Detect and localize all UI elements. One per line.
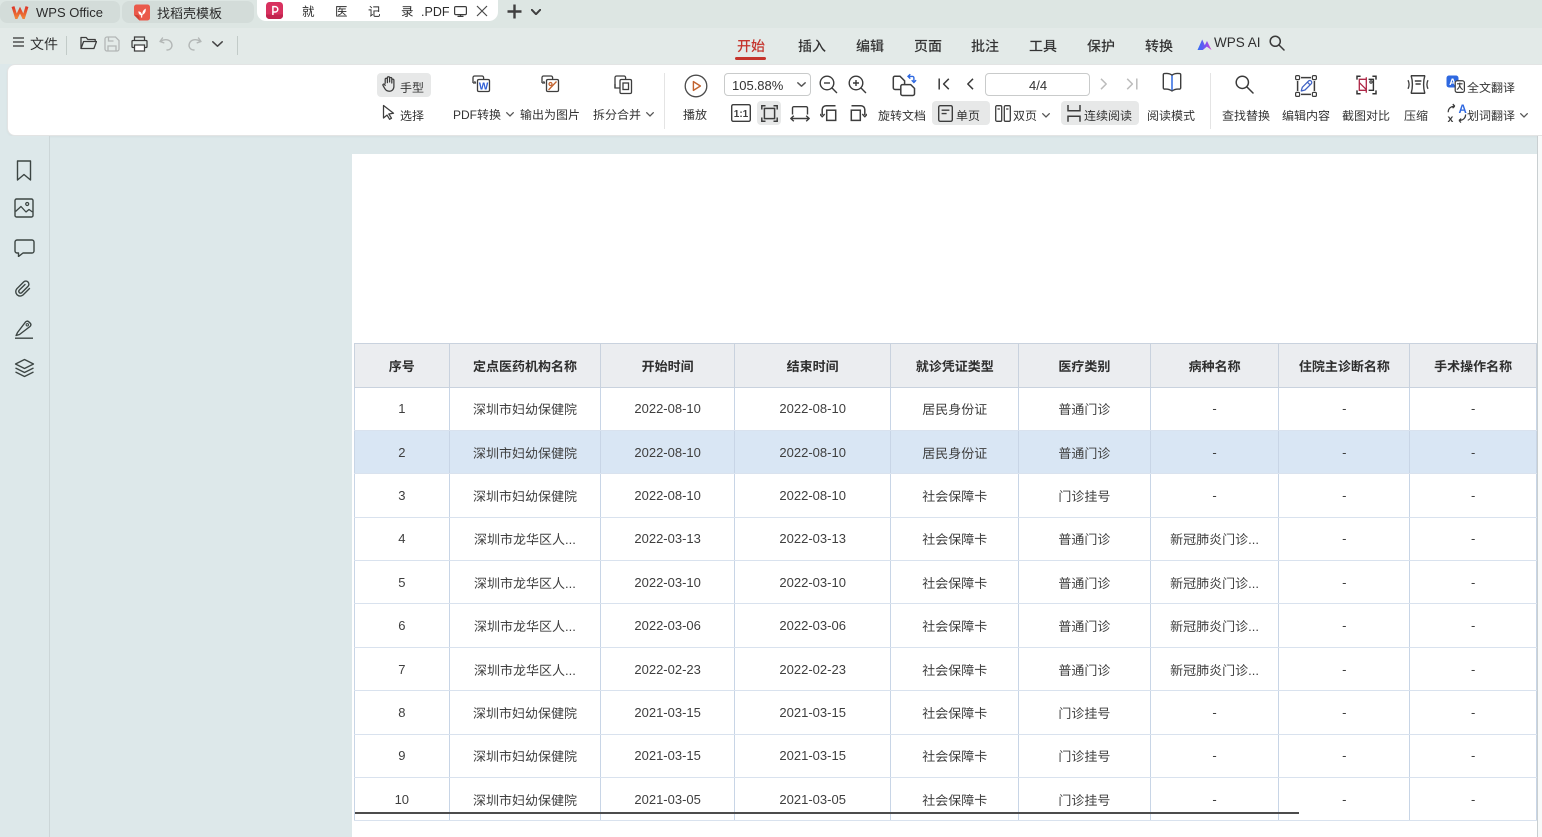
svg-text:W: W	[479, 82, 489, 93]
svg-text:1:1: 1:1	[734, 109, 749, 120]
svg-text:x: x	[1447, 113, 1453, 123]
svg-text:A: A	[1458, 104, 1466, 116]
